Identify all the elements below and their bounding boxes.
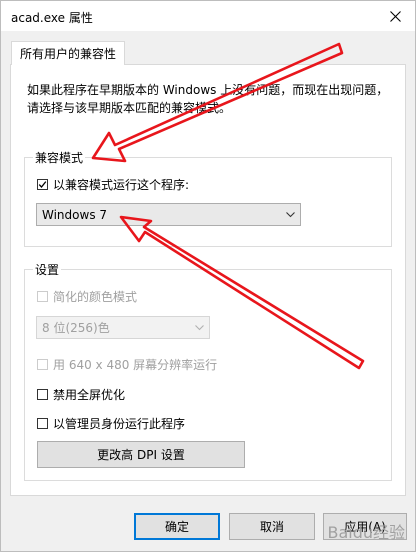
color-depth-value: 8 位(256)色	[42, 321, 110, 335]
cancel-button[interactable]: 取消	[229, 513, 315, 540]
cancel-label: 取消	[259, 520, 284, 534]
chevron-down-icon	[195, 325, 204, 331]
reduced-color-row[interactable]: 简化的颜色模式	[37, 288, 137, 305]
resolution-label: 用 640 x 480 屏幕分辨率运行	[53, 358, 218, 372]
reduced-color-checkbox[interactable]	[37, 291, 48, 302]
os-version-select[interactable]: Windows 7	[36, 203, 301, 226]
reduced-color-label: 简化的颜色模式	[53, 290, 138, 304]
ok-label: 确定	[164, 520, 189, 534]
run-as-admin-label: 以管理员身份运行此程序	[53, 417, 186, 431]
tab-label: 所有用户的兼容性	[20, 47, 117, 61]
fullscreen-opt-checkbox[interactable]	[37, 389, 48, 400]
change-dpi-button[interactable]: 更改高 DPI 设置	[37, 441, 245, 468]
run-compat-mode-label: 以兼容模式运行这个程序:	[53, 178, 190, 192]
change-dpi-label: 更改高 DPI 设置	[97, 448, 185, 462]
apply-label: 应用(A)	[344, 520, 386, 534]
settings-group-label: 设置	[33, 261, 62, 278]
run-compat-mode-row[interactable]: 以兼容模式运行这个程序:	[37, 176, 189, 193]
fullscreen-opt-row[interactable]: 禁用全屏优化	[37, 386, 125, 403]
settings-group: 设置 简化的颜色模式 8 位(256)色 用 640 x 480 屏幕分辨率运行…	[24, 261, 392, 481]
description-text: 如果此程序在早期版本的 Windows 上没有问题，而现在出现问题，请选择与该早…	[27, 83, 389, 115]
chevron-down-icon	[286, 212, 295, 218]
ok-button[interactable]: 确定	[134, 513, 220, 540]
color-depth-select[interactable]: 8 位(256)色	[36, 316, 210, 339]
close-button[interactable]	[375, 1, 415, 31]
properties-dialog: acad.exe 属性 所有用户的兼容性 如果此程序在早期版本的 Windows…	[0, 0, 416, 552]
run-as-admin-row[interactable]: 以管理员身份运行此程序	[37, 415, 185, 432]
window-title: acad.exe 属性	[11, 11, 93, 25]
tab-panel: 如果此程序在早期版本的 Windows 上没有问题，而现在出现问题，请选择与该早…	[10, 64, 406, 496]
checkmark-icon	[38, 181, 47, 188]
tab-all-users-compatibility[interactable]: 所有用户的兼容性	[11, 41, 126, 65]
run-as-admin-checkbox[interactable]	[37, 418, 48, 429]
resolution-row[interactable]: 用 640 x 480 屏幕分辨率运行	[37, 356, 217, 373]
apply-button[interactable]: 应用(A)	[323, 513, 407, 540]
title-bar: acad.exe 属性	[1, 1, 415, 31]
resolution-checkbox[interactable]	[37, 359, 48, 370]
compat-mode-group-label: 兼容模式	[33, 149, 86, 166]
close-icon	[389, 10, 401, 22]
run-compat-mode-checkbox[interactable]	[37, 179, 48, 190]
os-version-value: Windows 7	[42, 207, 108, 222]
compat-mode-group: 兼容模式 以兼容模式运行这个程序: Windows 7	[24, 149, 392, 247]
fullscreen-opt-label: 禁用全屏优化	[53, 388, 126, 402]
